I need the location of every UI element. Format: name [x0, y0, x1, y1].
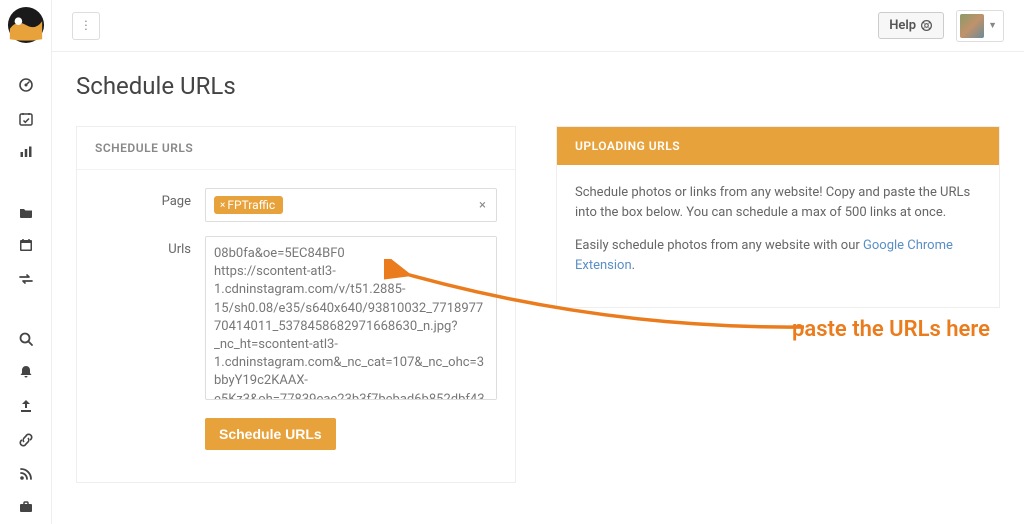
- info-body: Schedule photos or links from any websit…: [557, 165, 999, 307]
- tag-label: FPTraffic: [227, 198, 275, 212]
- urls-field-label: Urls: [95, 236, 191, 257]
- overflow-menu-button[interactable]: ···: [72, 12, 100, 40]
- rss-icon[interactable]: [12, 460, 40, 488]
- schedule-urls-button[interactable]: Schedule URLs: [205, 418, 336, 450]
- page-title: Schedule URLs: [76, 72, 1000, 100]
- links-icon[interactable]: [12, 426, 40, 454]
- folders-icon[interactable]: [12, 198, 40, 226]
- transfer-icon[interactable]: [12, 265, 40, 293]
- upload-icon[interactable]: [12, 392, 40, 420]
- uploading-urls-panel: UPLOADING URLS Schedule photos or links …: [556, 126, 1000, 308]
- analytics-icon[interactable]: [12, 138, 40, 166]
- selected-page-tag[interactable]: × FPTraffic: [214, 196, 283, 214]
- help-label: Help: [889, 18, 916, 33]
- remove-tag-icon[interactable]: ×: [220, 200, 225, 211]
- notifications-icon[interactable]: [12, 359, 40, 387]
- page-select[interactable]: × FPTraffic ×: [205, 188, 497, 222]
- page-field-label: Page: [95, 188, 191, 209]
- chevron-down-icon: ▼: [988, 20, 997, 31]
- help-button[interactable]: Help: [878, 12, 944, 39]
- card-heading: SCHEDULE URLS: [77, 127, 515, 170]
- info-heading: UPLOADING URLS: [557, 127, 999, 165]
- avatar: [960, 14, 984, 38]
- sidebar: [0, 0, 52, 524]
- app-logo[interactable]: [7, 6, 45, 44]
- info-paragraph-1: Schedule photos or links from any websit…: [575, 183, 981, 222]
- dashboard-icon[interactable]: [12, 71, 40, 99]
- annotation-label: paste the URLs here: [792, 317, 990, 342]
- calendar-icon[interactable]: [12, 232, 40, 260]
- topbar: ··· Help ▼: [52, 0, 1024, 52]
- scheduler-icon[interactable]: [12, 105, 40, 133]
- schedule-urls-card: SCHEDULE URLS Page × FPTraffic ×: [76, 126, 516, 483]
- urls-textarea[interactable]: [205, 236, 497, 400]
- user-menu[interactable]: ▼: [956, 10, 1004, 42]
- clear-select-icon[interactable]: ×: [479, 198, 486, 213]
- info-paragraph-2: Easily schedule photos from any website …: [575, 236, 981, 275]
- search-icon[interactable]: [12, 325, 40, 353]
- briefcase-icon[interactable]: [12, 493, 40, 521]
- life-ring-icon: [920, 19, 933, 32]
- main-content: Schedule URLs SCHEDULE URLS Page × FPTra…: [52, 52, 1024, 524]
